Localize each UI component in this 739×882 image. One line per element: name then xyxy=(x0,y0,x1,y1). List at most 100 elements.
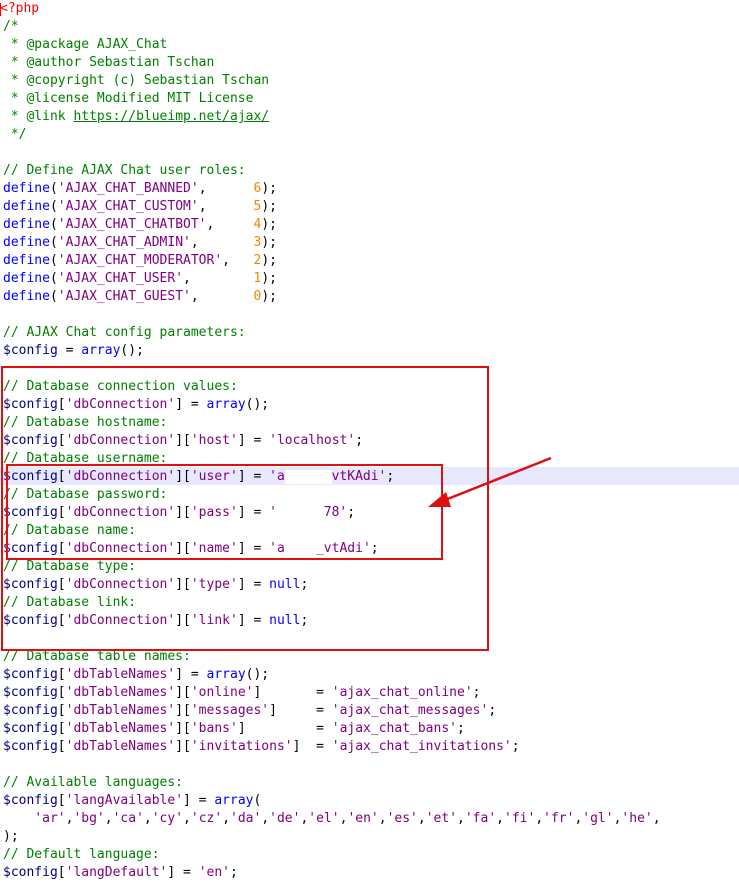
code-editor[interactable]: <?php /* * @package AJAX_Chat * @author S… xyxy=(0,0,739,880)
code-token-plain: ( xyxy=(49,289,58,304)
code-token-plain: ( xyxy=(49,253,58,268)
code-token-string: 'invitations' xyxy=(190,739,293,754)
code-line: ); xyxy=(3,828,19,846)
code-token-plain: , xyxy=(143,811,152,826)
code-token-comment: // Database table names: xyxy=(3,649,191,664)
code-token-plain: , xyxy=(198,181,254,196)
code-line: define('AJAX_CHAT_CHATBOT', 4); xyxy=(3,216,277,234)
code-token-plain: , xyxy=(183,811,191,826)
code-token-plain: ); xyxy=(261,235,277,250)
code-line: $config['dbTableNames']['invitations'] =… xyxy=(3,738,520,756)
code-token-comment: * @copyright (c) Sebastian Tschan xyxy=(3,73,270,88)
code-token-string: 'online' xyxy=(190,685,254,700)
code-token-link[interactable]: https://blueimp.net/ajax/ xyxy=(73,109,269,124)
code-token-plain: ; xyxy=(472,685,481,700)
code-token-plain: , xyxy=(198,199,254,214)
code-token-plain: ; xyxy=(488,703,497,718)
code-line: 'ar','bg','ca','cy','cz','da','de','el',… xyxy=(3,810,660,828)
code-token-keyword: array xyxy=(81,343,121,358)
code-token-string: 'cy' xyxy=(151,811,184,826)
code-token-string: 'AJAX_CHAT_USER' xyxy=(57,271,184,286)
code-line: define('AJAX_CHAT_ADMIN', 3); xyxy=(3,234,277,252)
code-line: $config['langAvailable'] = array( xyxy=(3,792,261,810)
code-token-plain: ; xyxy=(230,865,238,880)
code-token-plain: [ xyxy=(57,667,66,682)
code-line: $config['dbTableNames']['bans'] = 'ajax_… xyxy=(3,720,465,738)
code-token-comment: // Default language: xyxy=(3,847,160,862)
code-token-keyword: define xyxy=(3,271,50,286)
code-token-plain: ( xyxy=(49,181,58,196)
code-token-plain: ][ xyxy=(175,721,191,736)
code-token-plain: (); xyxy=(245,667,270,682)
code-line: * @link https://blueimp.net/ajax/ xyxy=(3,108,269,126)
code-token-string: 'da' xyxy=(230,811,262,826)
code-token-comment: // AJAX Chat config parameters: xyxy=(3,325,246,340)
code-token-string: 'cz' xyxy=(190,811,223,826)
code-token-plain: , xyxy=(457,811,465,826)
code-line: * @author Sebastian Tschan xyxy=(3,54,215,72)
code-token-plain: ); xyxy=(261,253,277,268)
code-token-string: 'en' xyxy=(198,865,230,880)
code-token-keyword: define xyxy=(3,199,50,214)
code-token-comment: * @link xyxy=(3,109,74,124)
code-token-plain: , xyxy=(496,811,504,826)
code-token-string: 'dbTableNames' xyxy=(65,739,176,754)
code-token-plain: ][ xyxy=(175,703,191,718)
code-token-plain: ( xyxy=(49,217,58,232)
code-token-plain: ; xyxy=(456,721,465,736)
code-token-string: 'fi' xyxy=(504,811,536,826)
code-token-keyword: define xyxy=(3,235,50,250)
code-token-string: 'de' xyxy=(269,811,301,826)
code-token-plain: , xyxy=(104,811,113,826)
code-token-comment: // Available languages: xyxy=(3,775,184,790)
code-token-string: 'AJAX_CHAT_MODERATOR' xyxy=(57,253,223,268)
code-line: // Available languages: xyxy=(3,774,183,792)
code-line: $config['dbTableNames'] = array(); xyxy=(3,666,269,684)
code-token-string: 'fa' xyxy=(464,811,497,826)
code-token-plain: , xyxy=(378,811,387,826)
code-token-string: 'es' xyxy=(386,811,418,826)
code-token-plain: ( xyxy=(49,235,58,250)
code-token-string: 'ajax_chat_online' xyxy=(331,685,473,700)
code-token-string: 'he' xyxy=(621,811,653,826)
code-token-plain: ] = xyxy=(253,685,332,700)
code-token-string: 'langAvailable' xyxy=(65,793,184,808)
code-token-var: $config xyxy=(3,865,58,880)
code-token-plain: [ xyxy=(57,703,66,718)
code-token-plain: ] = xyxy=(167,865,199,880)
code-token-string: 'ajax_chat_bans' xyxy=(331,721,457,736)
code-token-plain: , xyxy=(190,235,254,250)
code-line: define('AJAX_CHAT_CUSTOM', 5); xyxy=(3,198,277,216)
code-token-var: $config xyxy=(3,793,58,808)
code-token-comment: * @package AJAX_Chat xyxy=(3,37,168,52)
code-token-plain: ] = xyxy=(183,793,215,808)
code-line: */ xyxy=(3,126,27,144)
code-line: $config['langDefault'] = 'en'; xyxy=(3,864,238,882)
code-token-string: 'dbTableNames' xyxy=(65,721,176,736)
code-token-var: $config xyxy=(3,721,58,736)
code-token-plain: [ xyxy=(57,685,66,700)
code-line: // Define AJAX Chat user roles: xyxy=(3,162,246,180)
code-token-comment: // Define AJAX Chat user roles: xyxy=(3,163,246,178)
code-token-string: 'ca' xyxy=(112,811,144,826)
code-line: // Default language: xyxy=(3,846,160,864)
code-token-plain: ); xyxy=(261,289,277,304)
code-token-var: $config xyxy=(3,667,58,682)
code-token-plain: (); xyxy=(120,343,144,358)
code-token-string: 'AJAX_CHAT_CUSTOM' xyxy=(57,199,199,214)
code-line: define('AJAX_CHAT_MODERATOR', 2); xyxy=(3,252,277,270)
code-line: define('AJAX_CHAT_BANNED', 6); xyxy=(3,180,277,198)
code-line: $config = array(); xyxy=(3,342,144,360)
code-token-var: $config xyxy=(3,343,58,358)
code-token-plain: [ xyxy=(57,721,66,736)
code-token-plain: ][ xyxy=(175,685,191,700)
code-token-string: 'AJAX_CHAT_ADMIN' xyxy=(57,235,191,250)
code-token-string: 'langDefault' xyxy=(65,865,168,880)
code-token-plain: ); xyxy=(261,271,277,286)
code-token-string: 'en' xyxy=(347,811,379,826)
code-token-comment: * @license Modified MIT License xyxy=(3,91,254,106)
code-token-string: 'AJAX_CHAT_GUEST' xyxy=(57,289,191,304)
code-line: * @package AJAX_Chat xyxy=(3,36,168,54)
code-token-string: 'dbTableNames' xyxy=(65,703,176,718)
code-token-plain: [ xyxy=(57,739,66,754)
